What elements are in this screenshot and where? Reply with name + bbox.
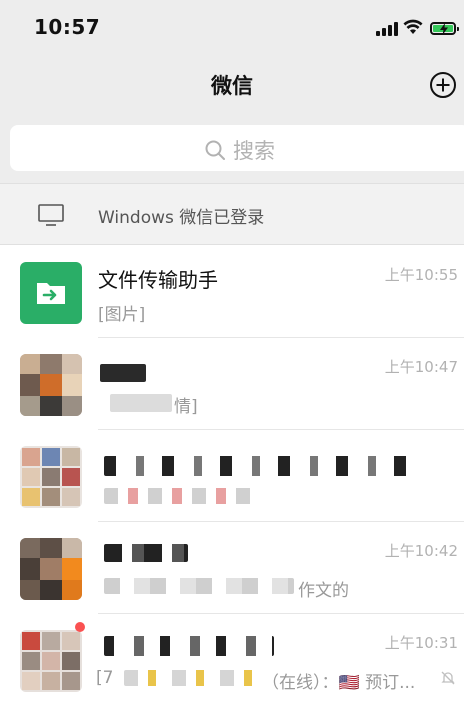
search-area: 搜索: [0, 113, 464, 183]
search-placeholder: 搜索: [233, 139, 275, 163]
blurred-group-avatar: [20, 446, 82, 508]
monitor-icon: [38, 204, 64, 226]
chat-preview: 作文的: [298, 581, 349, 601]
redacted-preview: [104, 578, 294, 594]
chat-time: 上午10:42: [384, 542, 458, 560]
status-time: 10:57: [34, 15, 101, 39]
blurred-group-avatar: [20, 630, 82, 692]
chat-time: 上午10:31: [384, 634, 458, 652]
windows-login-label: Windows 微信已登录: [98, 208, 265, 228]
chat-preview-prefix: [7: [96, 668, 114, 688]
redacted-name: [104, 456, 424, 476]
redacted-name: [104, 544, 188, 562]
chat-row[interactable]: [7 （在线）：🇺🇸 预订... 上午10:31: [0, 614, 464, 706]
chat-name: 文件传输助手: [98, 268, 218, 292]
plus-circle-icon[interactable]: [428, 70, 458, 100]
status-bar: 10:57: [0, 0, 464, 58]
redacted-preview: [104, 488, 254, 504]
redacted-preview: [110, 394, 172, 412]
search-input[interactable]: 搜索: [10, 125, 464, 171]
chat-preview: （在线）：🇺🇸 预订...: [262, 673, 416, 693]
redacted-name: [100, 364, 146, 382]
search-placeholder-wrap: 搜索: [10, 135, 464, 165]
windows-login-banner[interactable]: Windows 微信已登录: [0, 183, 464, 245]
wifi-icon: [403, 19, 423, 34]
redacted-name: [104, 636, 274, 656]
file-transfer-icon: [20, 262, 82, 324]
redacted-preview: [124, 670, 256, 686]
chat-row[interactable]: 作文的 上午10:42: [0, 522, 464, 614]
search-icon: [205, 140, 225, 160]
chat-row-file-transfer[interactable]: 文件传输助手 [图片] 上午10:55: [0, 246, 464, 338]
unread-badge: [75, 622, 85, 632]
signal-icon: [376, 22, 398, 36]
page-title: 微信: [211, 74, 253, 98]
blurred-avatar: [20, 538, 82, 600]
chat-time: 上午10:55: [384, 266, 458, 284]
chat-row[interactable]: [0, 430, 464, 522]
battery-charging-icon: [430, 22, 459, 35]
wechat-screen: 10:57 微信 搜索 Windows 微信已登录 文件传输助手 [图片] 上午…: [0, 0, 464, 714]
bell-muted-icon: [441, 671, 455, 685]
blurred-avatar: [20, 354, 82, 416]
chat-time: 上午10:47: [384, 358, 458, 376]
chat-row[interactable]: 情] 上午10:47: [0, 338, 464, 430]
chat-preview: [图片]: [98, 305, 146, 325]
nav-bar: 微信: [0, 58, 464, 113]
chat-preview: 情]: [174, 397, 198, 417]
